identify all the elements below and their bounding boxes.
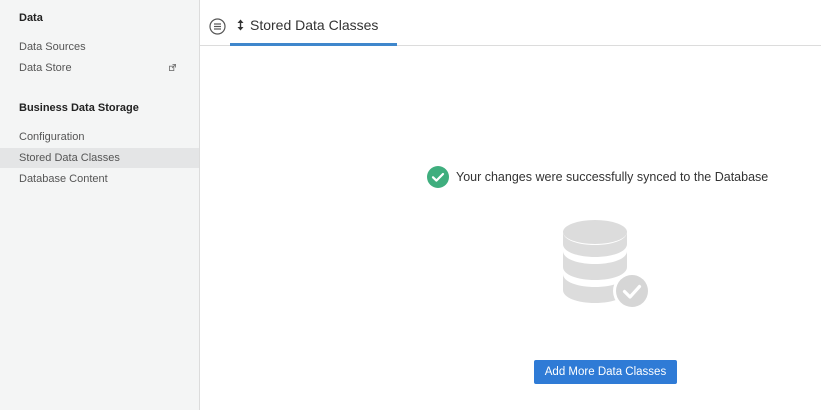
sidebar-item-data-sources[interactable]: Data Sources <box>0 37 199 57</box>
sidebar-item-label: Database Content <box>19 173 108 185</box>
sidebar-section-title-data: Data <box>19 12 43 24</box>
sidebar-item-database-content[interactable]: Database Content <box>0 169 199 189</box>
sidebar-section-title-business-data-storage: Business Data Storage <box>19 102 139 114</box>
sidebar-item-stored-data-classes[interactable]: Stored Data Classes <box>0 148 199 168</box>
tab-label: Stored Data Classes <box>250 17 379 33</box>
menu-lines-icon[interactable] <box>209 18 226 35</box>
success-message: Your changes were successfully synced to… <box>456 170 769 184</box>
app-window: Data Data Sources Data Store Business Da… <box>0 0 821 410</box>
sidebar-item-label: Data Sources <box>19 41 86 53</box>
sidebar-item-configuration[interactable]: Configuration <box>0 127 199 147</box>
sidebar: Data Data Sources Data Store Business Da… <box>0 0 200 410</box>
sidebar-item-label: Data Store <box>19 62 72 74</box>
header-bar: Stored Data Classes <box>200 0 821 46</box>
sidebar-item-label: Configuration <box>19 131 85 143</box>
sidebar-item-data-store[interactable]: Data Store <box>0 58 199 78</box>
external-link-icon <box>169 64 176 71</box>
main-content: Stored Data Classes Your changes were su… <box>200 0 821 410</box>
tab-stored-data-classes[interactable]: Stored Data Classes <box>230 0 397 46</box>
sort-arrows-icon <box>237 19 244 31</box>
sidebar-item-label: Stored Data Classes <box>19 152 120 164</box>
check-circle-icon <box>427 166 449 188</box>
add-more-data-classes-button[interactable]: Add More Data Classes <box>534 360 677 384</box>
tab-active-indicator <box>230 43 397 46</box>
database-check-icon <box>563 220 651 310</box>
